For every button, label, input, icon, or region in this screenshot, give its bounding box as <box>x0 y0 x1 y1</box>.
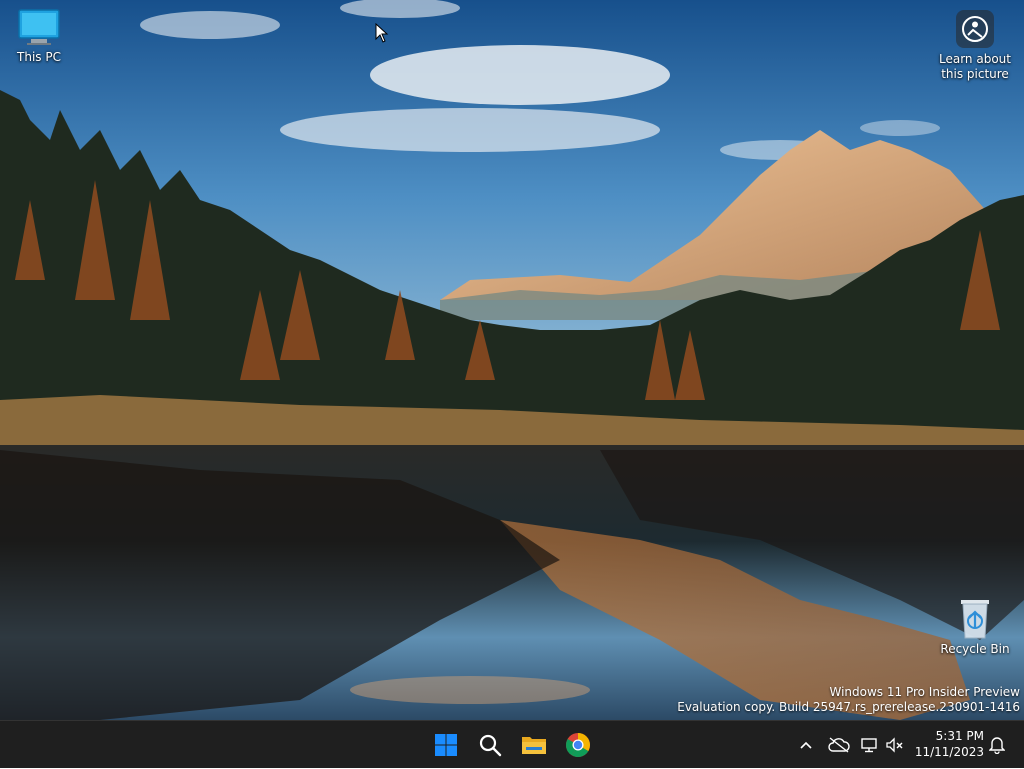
windows-start-icon <box>435 734 457 756</box>
network-tray-button[interactable] <box>858 721 880 769</box>
file-explorer-button[interactable] <box>516 727 552 763</box>
chrome-icon <box>566 733 590 758</box>
desktop-icon-learn-about-picture[interactable]: Learn about this picture <box>935 8 1015 82</box>
spotlight-icon <box>956 10 994 48</box>
mouse-cursor-icon <box>375 23 389 43</box>
taskbar: 5:31 PM 11/11/2023 <box>0 720 1024 768</box>
desktop-icon-recycle-bin[interactable]: Recycle Bin <box>935 596 1015 657</box>
volume-muted-icon <box>886 737 903 753</box>
search-button[interactable] <box>472 727 508 763</box>
onedrive-tray-button[interactable] <box>826 721 852 769</box>
recycle-bin-icon <box>961 600 989 639</box>
desktop-icon-label: Recycle Bin <box>940 642 1010 656</box>
clock-time: 5:31 PM <box>935 729 984 743</box>
cloud-offline-icon <box>828 737 850 753</box>
start-button[interactable] <box>428 727 464 763</box>
chrome-button[interactable] <box>560 727 596 763</box>
monitor-icon <box>18 9 60 45</box>
chevron-up-icon <box>800 741 812 749</box>
desktop-icon-label: This PC <box>17 50 61 64</box>
taskbar-clock[interactable]: 5:31 PM 11/11/2023 <box>914 728 984 760</box>
file-explorer-icon <box>522 737 546 754</box>
desktop-icon-label: Learn about this picture <box>939 52 1011 81</box>
notification-bell-icon <box>989 737 1005 754</box>
watermark-build: Evaluation copy. Build 25947.rs_prerelea… <box>677 700 1020 714</box>
search-icon <box>479 734 502 757</box>
notification-center-button[interactable] <box>986 721 1008 769</box>
volume-tray-button[interactable] <box>884 721 906 769</box>
show-hidden-icons-button[interactable] <box>796 721 816 769</box>
wallpaper <box>0 0 1024 720</box>
watermark-edition: Windows 11 Pro Insider Preview <box>829 685 1020 699</box>
clock-date: 11/11/2023 <box>914 745 984 759</box>
desktop-icon-this-pc[interactable]: This PC <box>0 8 79 65</box>
windows-watermark: Windows 11 Pro Insider Preview Evaluatio… <box>677 685 1020 715</box>
desktop[interactable]: This PC Learn about this picture Recycle… <box>0 0 1024 720</box>
network-icon <box>861 738 877 753</box>
